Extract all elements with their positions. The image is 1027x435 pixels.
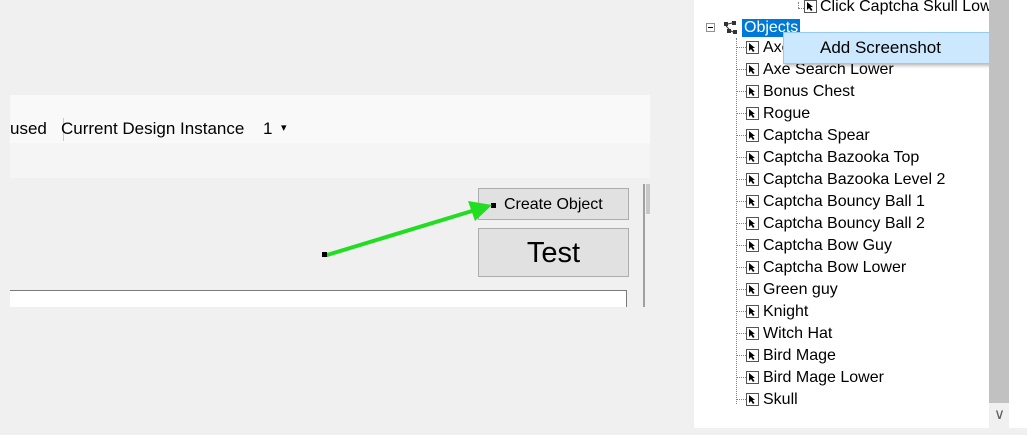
- tree-item[interactable]: Captcha Bouncy Ball 2: [763, 215, 925, 233]
- tree-connector: [736, 157, 746, 158]
- add-screenshot-menu-item[interactable]: Add Screenshot: [820, 38, 941, 57]
- tree-item[interactable]: Rogue: [763, 105, 810, 123]
- tree-trunk: [736, 38, 737, 404]
- cursor-arrow-icon: [746, 327, 759, 340]
- tree-item[interactable]: Bird Mage: [763, 347, 836, 365]
- tree-connector: [736, 47, 746, 48]
- cursor-arrow-icon: [746, 129, 759, 142]
- tree-item[interactable]: Captcha Bow Lower: [763, 259, 906, 277]
- design-instance-value[interactable]: 1: [263, 119, 272, 139]
- collapse-toggle-icon[interactable]: [706, 23, 715, 32]
- splitter-handle[interactable]: [646, 184, 650, 214]
- cursor-arrow-icon: [746, 305, 759, 318]
- object-tree-panel: Click Captcha Skull Low Objects Axe Axe S…: [694, 0, 1027, 428]
- test-button[interactable]: Test: [478, 228, 629, 277]
- tree-item[interactable]: Bird Mage Lower: [763, 369, 884, 387]
- cursor-arrow-icon: [746, 63, 759, 76]
- tree-connector: [736, 333, 746, 334]
- toolbar-used-text: used: [10, 119, 47, 138]
- tree-item[interactable]: Knight: [763, 303, 808, 321]
- cursor-arrow-icon: [746, 195, 759, 208]
- tree-item[interactable]: Captcha Bouncy Ball 1: [763, 193, 925, 211]
- tree-item[interactable]: Click Captcha Skull Low: [820, 0, 992, 16]
- tree-connector: [736, 245, 746, 246]
- tree-connector: [736, 289, 746, 290]
- tree-connector: [736, 69, 746, 70]
- tree-connector: [736, 311, 746, 312]
- text-input[interactable]: [10, 290, 627, 307]
- tree-connector: [736, 223, 746, 224]
- tree-connector: [736, 399, 746, 400]
- create-object-label: Create Object: [504, 196, 603, 213]
- cursor-arrow-icon: [746, 217, 759, 230]
- design-instance-label: Current Design Instance: [61, 119, 245, 138]
- tree-item[interactable]: Skull: [763, 391, 798, 409]
- tree-scrollbar-thumb[interactable]: [989, 0, 1009, 403]
- cursor-arrow-icon: [746, 393, 759, 406]
- cursor-arrow-icon: [746, 41, 759, 54]
- cursor-arrow-icon: [746, 107, 759, 120]
- tree-connector: [736, 179, 746, 180]
- cursor-arrow-icon: [746, 151, 759, 164]
- create-object-marker: [491, 203, 496, 208]
- design-instance-dropdown-icon[interactable]: ▾: [281, 121, 287, 134]
- tree-item[interactable]: Captcha Spear: [763, 127, 870, 145]
- scroll-down-icon[interactable]: ∨: [994, 405, 1005, 423]
- cursor-arrow-icon: [746, 349, 759, 362]
- design-panel: used Current Design Instance 1 ▾ Create …: [10, 95, 650, 307]
- toolbar: used Current Design Instance 1 ▾: [10, 95, 650, 143]
- context-menu: Add Screenshot: [783, 32, 991, 64]
- tree-item[interactable]: Green guy: [763, 281, 838, 299]
- tree-connector: [736, 113, 746, 114]
- tree-connector: [736, 201, 746, 202]
- toolbar-strip: [10, 143, 650, 178]
- tree-item[interactable]: Captcha Bow Guy: [763, 237, 892, 255]
- cursor-arrow-icon: [746, 239, 759, 252]
- cursor-arrow-icon: [804, 0, 817, 13]
- tree-item[interactable]: Captcha Bazooka Level 2: [763, 171, 945, 189]
- tree-connector: [736, 91, 746, 92]
- splitter[interactable]: [643, 184, 645, 307]
- tree-connector: [736, 267, 746, 268]
- cursor-arrow-icon: [746, 371, 759, 384]
- tree-item[interactable]: Bonus Chest: [763, 83, 855, 101]
- cursor-arrow-icon: [746, 283, 759, 296]
- tree-item[interactable]: Witch Hat: [763, 325, 832, 343]
- cursor-arrow-icon: [746, 261, 759, 274]
- tree-connector: [736, 135, 746, 136]
- cursor-arrow-icon: [746, 173, 759, 186]
- objects-folder-icon: [724, 21, 737, 34]
- design-content: Create Object Test: [10, 178, 650, 307]
- tree-connector: [736, 355, 746, 356]
- tree-connector: [736, 377, 746, 378]
- cursor-arrow-icon: [746, 85, 759, 98]
- tree-item[interactable]: Captcha Bazooka Top: [763, 149, 919, 167]
- create-object-button[interactable]: Create Object: [478, 188, 629, 220]
